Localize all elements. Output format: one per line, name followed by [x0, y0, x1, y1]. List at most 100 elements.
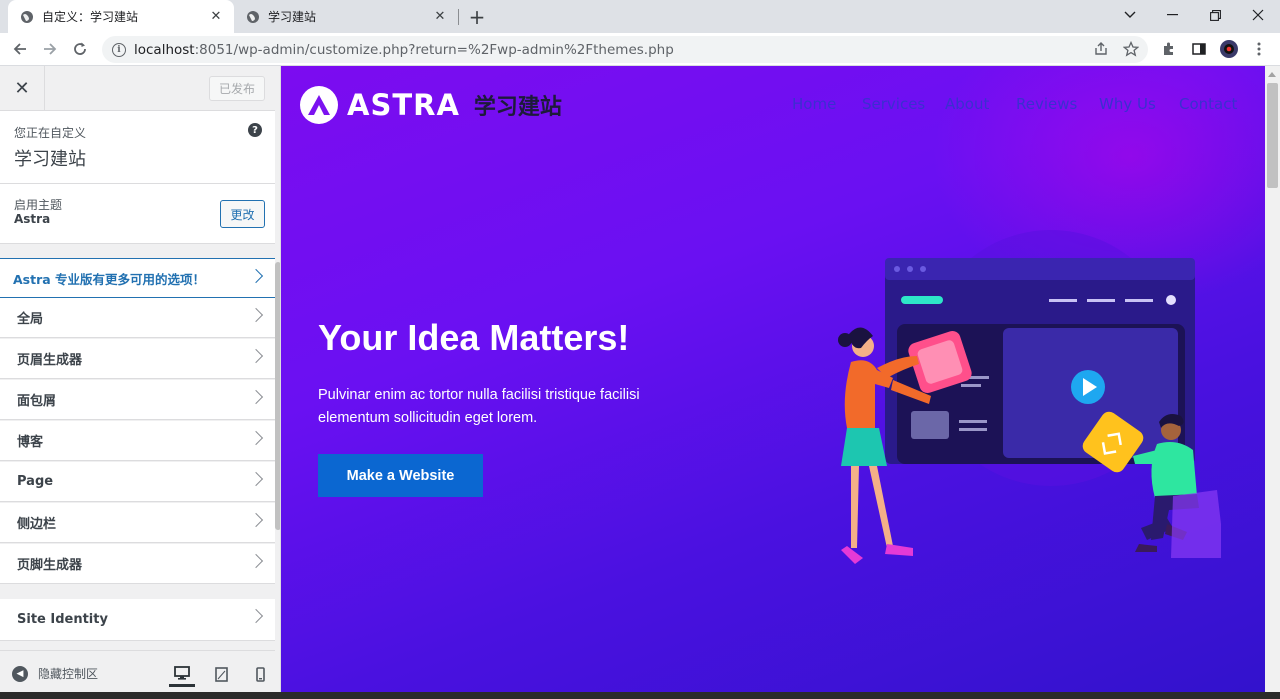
close-icon — [1252, 9, 1264, 21]
active-theme-panel: 启用主题 Astra 更改 — [0, 184, 275, 244]
section-breadcrumb[interactable]: 面包屑 — [0, 380, 275, 420]
tab-site[interactable]: 学习建站 ✕ — [234, 0, 458, 33]
section-label: 全局 — [17, 312, 44, 327]
tablet-preview-button[interactable] — [208, 661, 234, 687]
scrollbar-thumb[interactable] — [1267, 83, 1278, 188]
menu-item-reviews[interactable]: Reviews — [1016, 95, 1077, 113]
customizer-sidebar: ✕ 已发布 您正在自定义 学习建站 ? 启用主题 Astra 更改 Astra … — [0, 66, 281, 699]
section-blog[interactable]: 博客 — [0, 421, 275, 461]
browser-toolbar: i localhost:8051/wp-admin/customize.php?… — [0, 33, 1280, 66]
section-label: 页脚生成器 — [17, 558, 83, 573]
customizing-label: 您正在自定义 — [14, 126, 87, 140]
window-close-button[interactable] — [1236, 0, 1280, 30]
tab-divider — [458, 9, 459, 25]
hero-illustration — [838, 230, 1221, 564]
hero-title: Your Idea Matters! — [318, 317, 630, 358]
section-footer-builder[interactable]: 页脚生成器 — [0, 544, 275, 584]
menu-item-home[interactable]: Home — [792, 95, 836, 113]
tab-customize[interactable]: 自定义：学习建站 ✕ — [8, 0, 234, 33]
arrow-right-icon — [44, 43, 57, 55]
globe-icon — [246, 10, 260, 24]
mobile-preview-button[interactable] — [247, 661, 273, 687]
forward-button[interactable] — [38, 37, 62, 61]
tablet-icon — [214, 666, 228, 682]
change-theme-button[interactable]: 更改 — [220, 200, 265, 228]
section-page[interactable]: Page — [0, 462, 275, 502]
desktop-icon — [174, 665, 190, 680]
astra-logo-icon — [300, 86, 338, 124]
side-panel-icon[interactable] — [1188, 38, 1210, 60]
tab-title: 自定义：学习建站 — [42, 10, 139, 24]
arrow-left-icon — [13, 43, 26, 55]
menu-item-services[interactable]: Services — [862, 95, 925, 113]
address-bar[interactable]: i localhost:8051/wp-admin/customize.php?… — [102, 36, 1148, 63]
restore-button[interactable] — [1193, 0, 1237, 30]
url-text: localhost:8051/wp-admin/customize.php?re… — [134, 42, 674, 58]
menu-item-why-us[interactable]: Why Us — [1099, 95, 1156, 113]
chevron-right-icon — [248, 608, 264, 624]
back-button[interactable] — [8, 37, 32, 61]
scroll-up-arrow-icon[interactable] — [1268, 72, 1276, 77]
menu-item-about[interactable]: About — [945, 95, 989, 113]
make-website-button[interactable]: Make a Website — [318, 454, 483, 497]
hero-text: Pulvinar enim ac tortor nulla facilisi t… — [318, 387, 640, 426]
desktop-preview-button[interactable] — [169, 661, 195, 687]
section-label: Page — [17, 474, 54, 489]
section-label: 页眉生成器 — [17, 353, 83, 368]
tab-strip: 自定义：学习建站 ✕ 学习建站 ✕ + — [0, 0, 1280, 33]
extensions-icon[interactable] — [1158, 38, 1180, 60]
customizer-header: ✕ 已发布 — [0, 66, 275, 111]
restore-icon — [1209, 9, 1221, 21]
chevron-right-icon — [248, 430, 264, 446]
hide-controls-label: 隐藏控制区 — [38, 667, 99, 681]
theme-name: Astra — [14, 212, 51, 226]
os-taskbar — [0, 692, 1280, 699]
hide-controls-button[interactable]: ◀ 隐藏控制区 — [12, 665, 98, 682]
tab-search-button[interactable] — [1108, 0, 1152, 30]
globe-icon — [20, 10, 34, 24]
tab-title: 学习建站 — [268, 10, 317, 24]
arrow-left-circle-icon: ◀ — [12, 665, 28, 682]
section-label: 面包屑 — [17, 394, 57, 409]
publish-button[interactable]: 已发布 — [209, 76, 265, 101]
url-path: :8051/wp-admin/customize.php?return=%2Fw… — [194, 41, 674, 58]
chevron-right-icon — [248, 512, 264, 528]
promo-label: Astra 专业版有更多可用的选项！ — [13, 271, 206, 287]
close-icon: ✕ — [14, 78, 30, 99]
minimize-button[interactable] — [1150, 0, 1194, 30]
close-icon[interactable]: ✕ — [208, 9, 224, 25]
url-host: localhost — [134, 41, 195, 58]
section-label: Site Identity — [17, 612, 108, 627]
chevron-right-icon — [248, 348, 264, 364]
chevron-right-icon — [248, 553, 264, 569]
site-preview: ASTRA 学习建站 Home Services About Reviews W… — [281, 66, 1265, 699]
chevron-right-icon — [248, 268, 264, 284]
section-sidebar[interactable]: 侧边栏 — [0, 503, 275, 543]
logo-text: ASTRA — [347, 88, 460, 122]
avatar[interactable] — [1218, 38, 1240, 60]
minimize-icon — [1166, 14, 1178, 16]
site-branding[interactable]: ASTRA 学习建站 — [300, 86, 562, 124]
more-menu-icon[interactable] — [1248, 38, 1270, 60]
close-icon[interactable]: ✕ — [432, 9, 448, 25]
new-tab-button[interactable]: + — [466, 5, 488, 29]
active-theme-label: 启用主题 — [14, 198, 63, 212]
pro-promo-link[interactable]: Astra 专业版有更多可用的选项！ — [0, 258, 275, 298]
reload-icon — [74, 42, 86, 55]
chevron-down-icon — [1124, 11, 1136, 18]
chevron-right-icon — [248, 307, 264, 323]
section-site-identity[interactable]: Site Identity — [0, 599, 275, 641]
preview-scrollbar[interactable] — [1265, 66, 1280, 699]
info-icon[interactable]: i — [112, 42, 126, 57]
help-icon[interactable]: ? — [248, 123, 262, 137]
close-customizer-button[interactable]: ✕ — [0, 66, 45, 111]
section-header-builder[interactable]: 页眉生成器 — [0, 339, 275, 379]
share-icon[interactable] — [1090, 38, 1112, 60]
star-icon[interactable] — [1120, 38, 1142, 60]
section-global[interactable]: 全局 — [0, 298, 275, 338]
menu-item-contact[interactable]: Contact — [1179, 95, 1237, 113]
site-title: 学习建站 — [14, 149, 86, 170]
site-name: 学习建站 — [473, 95, 562, 120]
section-label: 博客 — [17, 435, 44, 450]
reload-button[interactable] — [68, 37, 92, 61]
